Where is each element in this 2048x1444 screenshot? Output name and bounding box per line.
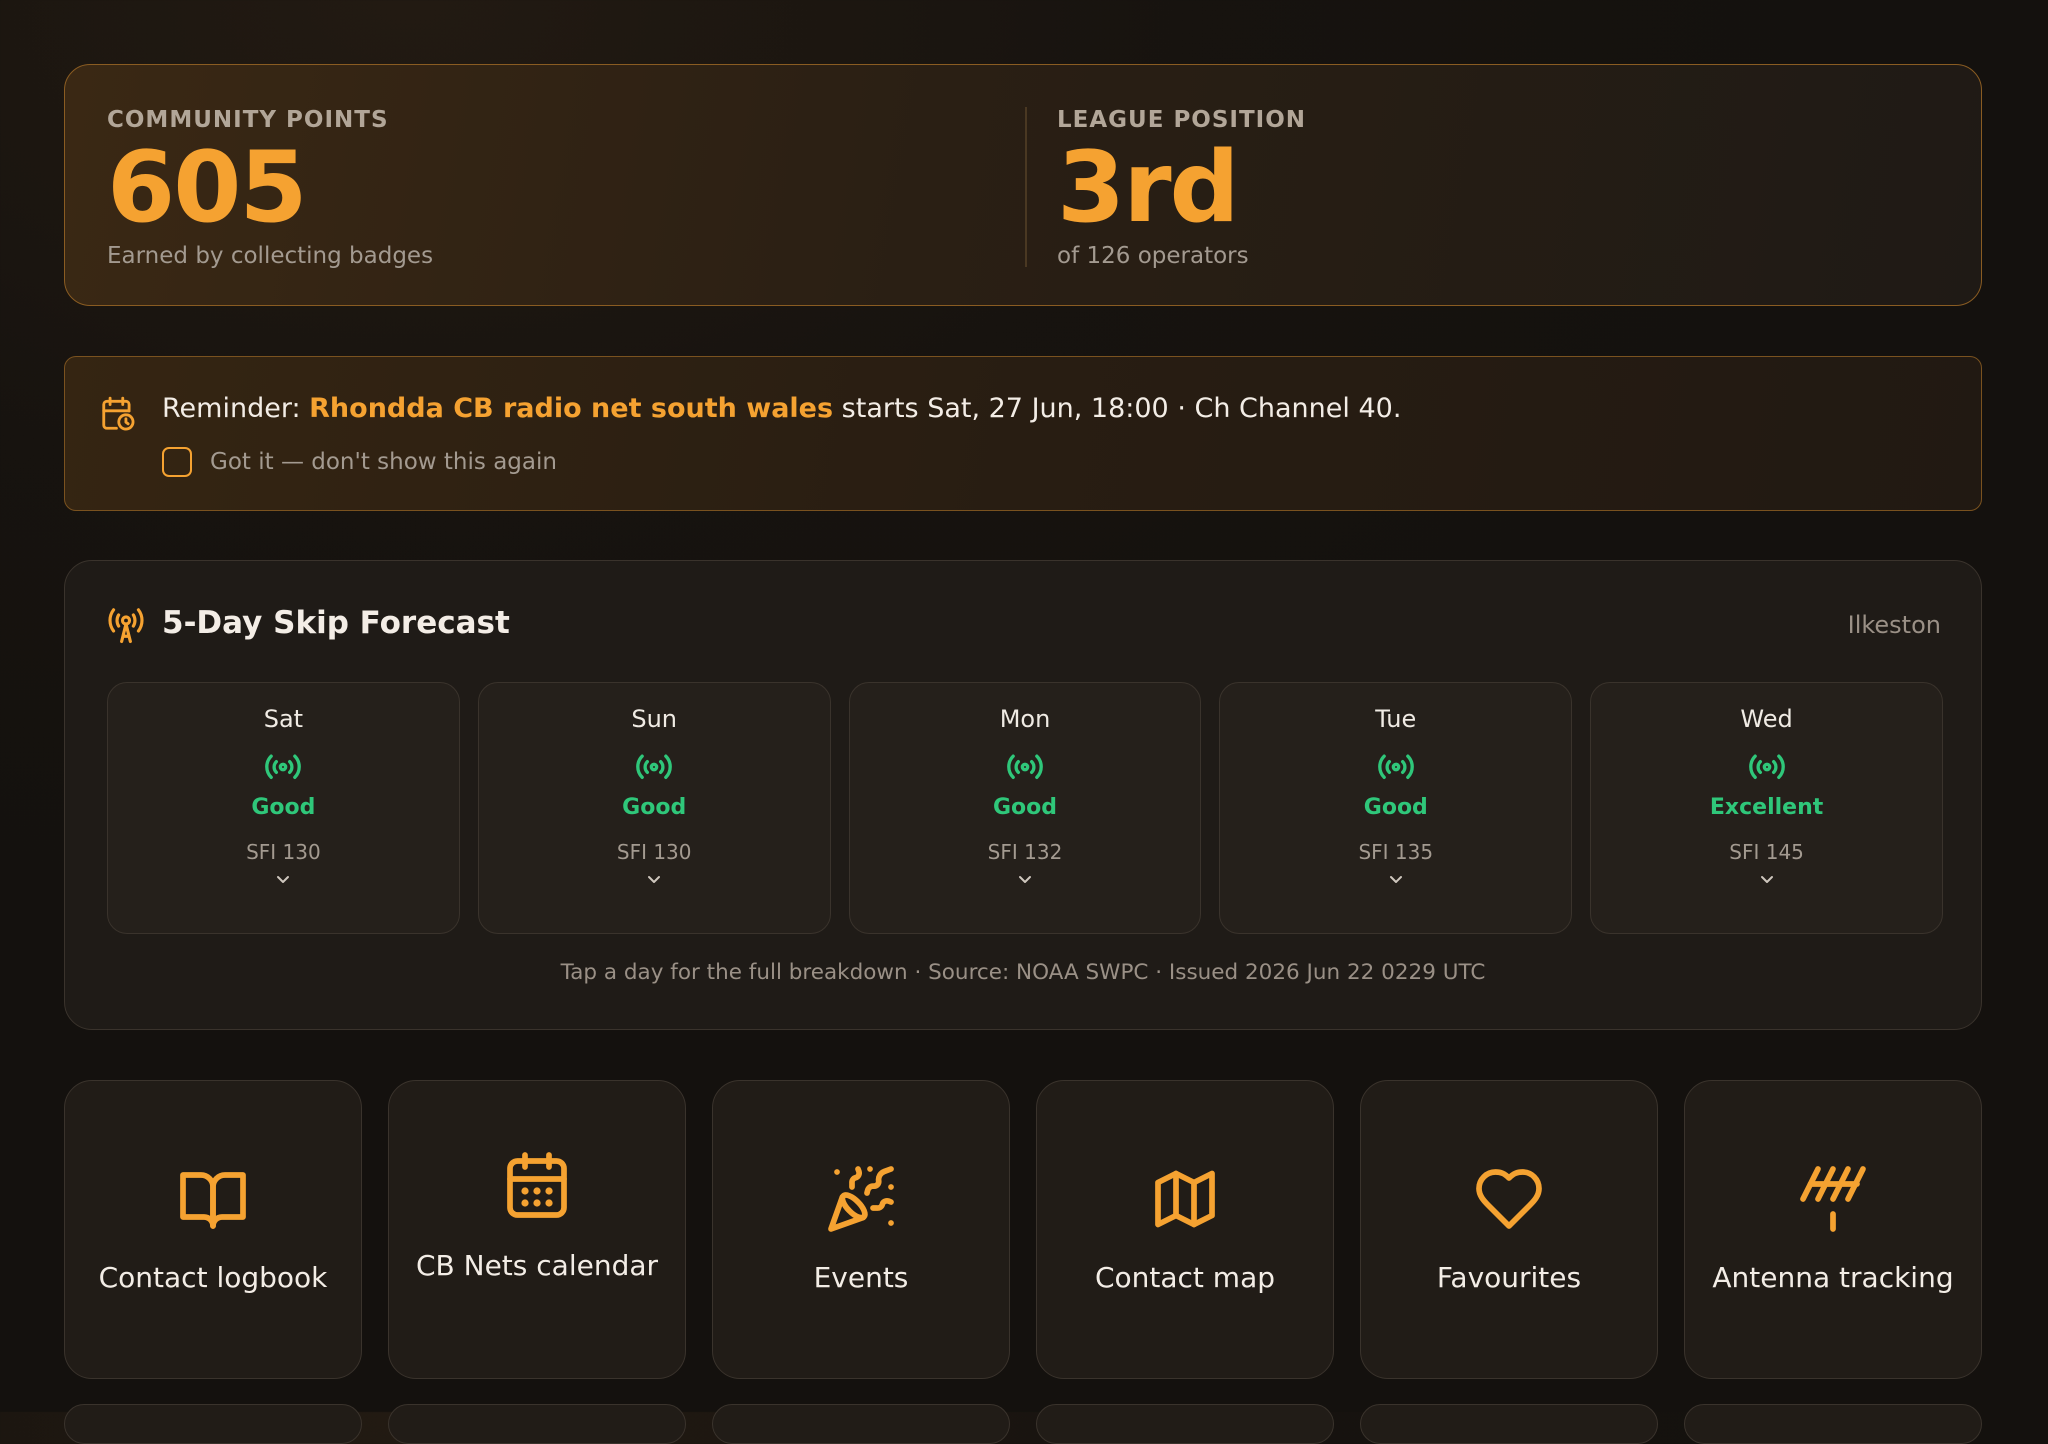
forecast-day-sat[interactable]: Sat Good SFI 130 <box>107 682 460 934</box>
day-sfi: SFI 130 <box>616 840 692 864</box>
community-points-stat: COMMUNITY POINTS 605 Earned by collectin… <box>107 107 433 269</box>
day-sfi: SFI 132 <box>987 840 1063 864</box>
tile-contact-map[interactable]: Contact map <box>1036 1080 1334 1379</box>
chevron-down-icon <box>1389 876 1402 883</box>
signal-icon <box>265 754 302 779</box>
chevron-down-icon <box>1018 876 1031 883</box>
tile-favourites[interactable]: Favourites <box>1360 1080 1658 1379</box>
tile-partial[interactable] <box>64 1404 362 1444</box>
forecast-day-sun[interactable]: Sun Good SFI 130 <box>477 682 831 934</box>
tile-partial[interactable] <box>1036 1404 1334 1444</box>
day-condition: Good <box>251 795 316 820</box>
tile-label: Favourites <box>1436 1261 1582 1294</box>
quick-access-tiles: Contact logbook CB Nets calendar Events … <box>64 1080 1982 1379</box>
calendar-icon <box>507 1152 567 1218</box>
calendar-clock-icon <box>102 396 135 431</box>
dismiss-reminder-label[interactable]: Got it — don't show this again <box>210 449 557 475</box>
signal-icon <box>1007 754 1043 779</box>
day-name: Mon <box>999 705 1051 733</box>
tile-cb-nets-calendar[interactable]: CB Nets calendar <box>388 1080 686 1379</box>
signal-icon <box>1748 754 1785 779</box>
day-sfi: SFI 130 <box>246 840 321 864</box>
tile-antenna-tracking[interactable]: Antenna tracking <box>1684 1080 1982 1379</box>
heart-icon <box>1476 1169 1542 1229</box>
tile-events[interactable]: Events <box>712 1080 1010 1379</box>
forecast-footer: Tap a day for the full breakdown · Sourc… <box>560 960 1486 985</box>
tile-partial[interactable] <box>388 1404 686 1444</box>
reminder-prefix: Reminder: <box>162 393 310 424</box>
day-name: Sat <box>263 705 304 733</box>
reminder-details: starts Sat, 27 Jun, 18:00 · Ch Channel 4… <box>833 393 1402 424</box>
tile-label: Contact map <box>1094 1261 1276 1294</box>
tile-label: CB Nets calendar <box>415 1249 659 1282</box>
forecast-title: 5-Day Skip Forecast <box>162 605 510 641</box>
quick-access-tiles-row-2 <box>64 1404 1982 1444</box>
chevron-down-icon <box>648 876 661 883</box>
dismiss-reminder-checkbox[interactable] <box>162 447 192 477</box>
map-icon <box>1155 1170 1215 1228</box>
tile-partial[interactable] <box>1360 1404 1658 1444</box>
dismiss-reminder-row: Got it — don't show this again <box>162 447 557 477</box>
tile-partial[interactable] <box>1684 1404 1982 1444</box>
stats-panel: COMMUNITY POINTS 605 Earned by collectin… <box>64 64 1982 306</box>
day-condition: Good <box>622 795 687 820</box>
community-points-subtext: Earned by collecting badges <box>107 243 434 269</box>
chevron-down-icon <box>1760 876 1773 883</box>
tile-label: Contact logbook <box>98 1261 328 1294</box>
day-sfi: SFI 135 <box>1358 840 1434 864</box>
league-position-subtext: of 126 operators <box>1057 243 1249 269</box>
tile-partial[interactable] <box>712 1404 1010 1444</box>
reminder-text: Reminder: Rhondda CB radio net south wal… <box>162 393 1401 424</box>
tile-label: Events <box>813 1261 909 1294</box>
league-position-value: 3rd <box>1057 131 1240 245</box>
reminder-event-name: Rhondda CB radio net south wales <box>309 393 834 424</box>
stats-divider <box>1025 107 1027 267</box>
day-name: Sun <box>631 705 678 733</box>
book-open-icon <box>180 1172 246 1229</box>
signal-icon <box>1377 754 1414 779</box>
day-condition: Good <box>1363 795 1428 820</box>
antenna-icon <box>1800 1166 1866 1232</box>
forecast-day-mon[interactable]: Mon Good SFI 132 <box>848 682 1202 934</box>
tile-contact-logbook[interactable]: Contact logbook <box>64 1080 362 1379</box>
party-popper-icon <box>828 1166 894 1232</box>
day-name: Tue <box>1375 705 1417 733</box>
community-points-label: COMMUNITY POINTS <box>107 107 389 133</box>
forecast-days: Sat Good SFI 130 Sun Good SFI 130 Mon Go… <box>107 682 1943 934</box>
community-points-value: 605 <box>107 131 308 245</box>
chevron-down-icon <box>277 876 290 883</box>
league-position-stat: LEAGUE POSITION 3rd of 126 operators <box>1057 107 1306 269</box>
skip-forecast-card: 5-Day Skip Forecast Ilkeston Sat Good SF… <box>64 560 1982 1030</box>
forecast-day-wed[interactable]: Wed Excellent SFI 145 <box>1590 682 1943 934</box>
day-condition: Good <box>992 795 1058 820</box>
day-condition: Excellent <box>1709 795 1824 820</box>
radio-tower-icon <box>108 608 144 644</box>
day-name: Wed <box>1740 705 1793 733</box>
tile-label: Antenna tracking <box>1712 1261 1954 1294</box>
forecast-day-tue[interactable]: Tue Good SFI 135 <box>1219 682 1573 934</box>
day-sfi: SFI 145 <box>1729 840 1804 864</box>
forecast-location: Ilkeston <box>1847 611 1941 639</box>
reminder-banner: Reminder: Rhondda CB radio net south wal… <box>64 356 1982 511</box>
signal-icon <box>636 754 673 779</box>
league-position-label: LEAGUE POSITION <box>1057 107 1307 133</box>
